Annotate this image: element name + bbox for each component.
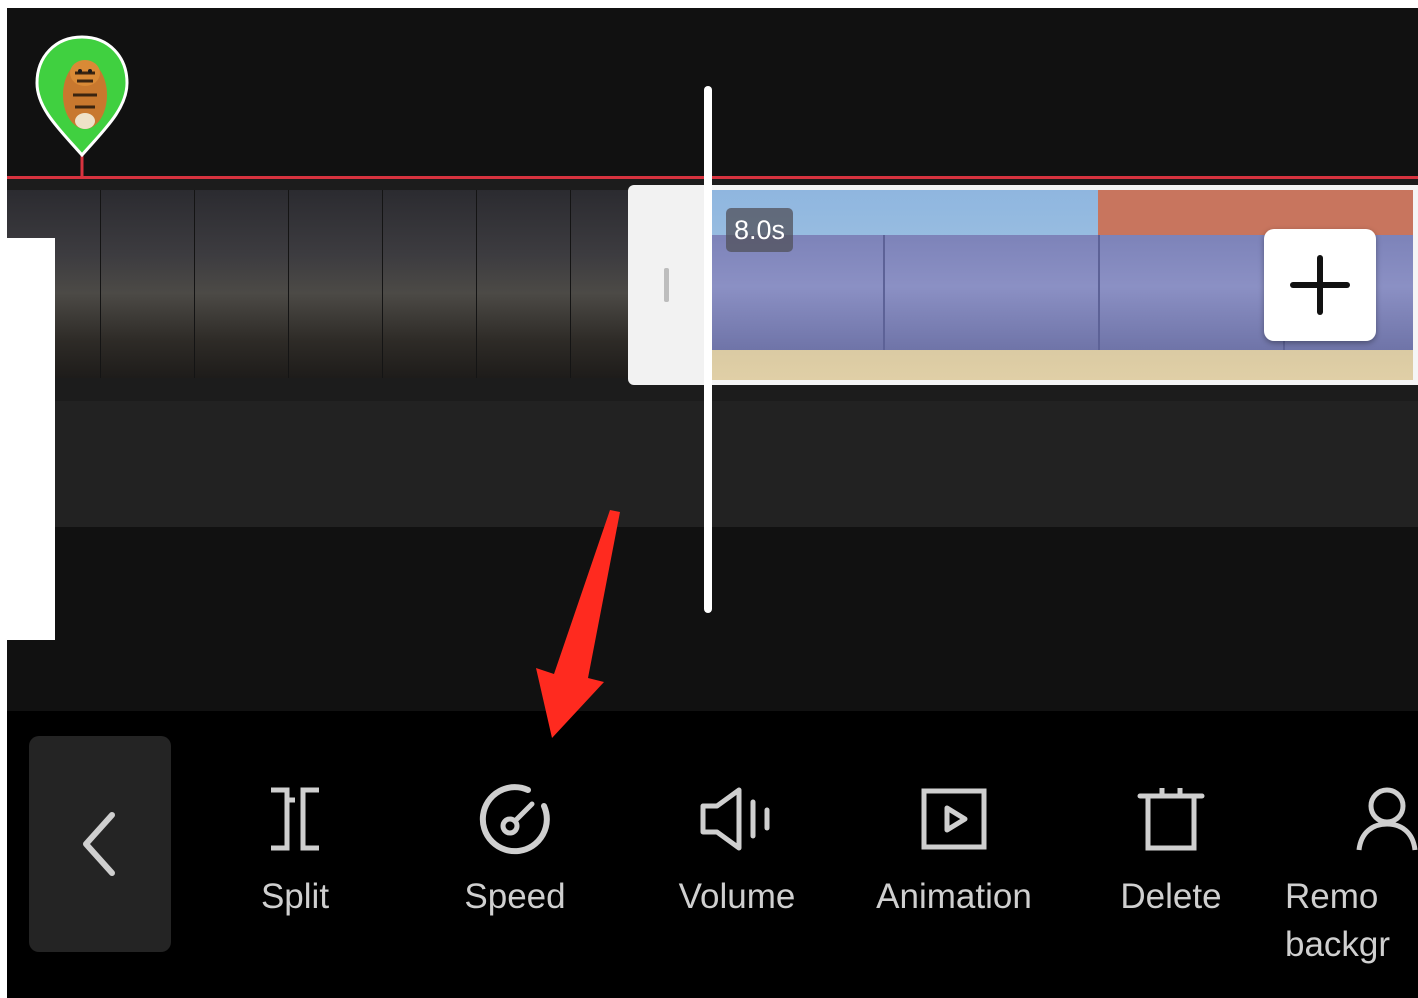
volume-label: Volume	[678, 877, 796, 916]
split-button[interactable]: Split	[195, 779, 395, 921]
video-editor-screen: 8.0s Split Speed Volume Animation Delete…	[7, 8, 1418, 998]
clip-thumbnail-frame	[289, 190, 383, 378]
audio-track-area[interactable]	[7, 401, 1418, 527]
sticker-keyframe-marker[interactable]	[33, 33, 131, 183]
split-label: Split	[260, 877, 330, 916]
clip-thumbnail-frame	[101, 190, 195, 378]
delete-icon	[1137, 788, 1205, 851]
speed-button[interactable]: Speed	[415, 779, 615, 921]
playhead[interactable]	[704, 86, 712, 613]
speed-icon	[479, 784, 550, 855]
clip-thumbnail-frame	[477, 190, 571, 378]
clip-frame-divider	[1098, 235, 1100, 350]
speed-label: Speed	[464, 877, 566, 916]
clip-trim-handle[interactable]	[628, 185, 708, 385]
split-icon	[271, 787, 319, 851]
clip-thumbnail-frame	[571, 190, 629, 378]
animation-icon	[921, 788, 987, 850]
add-clip-button[interactable]	[1264, 229, 1376, 341]
clip-frame-divider	[883, 235, 885, 350]
back-button[interactable]	[29, 736, 171, 952]
volume-button[interactable]: Volume	[637, 779, 837, 921]
clip-thumbnail-frame	[195, 190, 289, 378]
overlay-patch	[7, 238, 55, 640]
clip-thumbnail-frame	[383, 190, 477, 378]
remove-background-icon	[1356, 787, 1418, 851]
trim-grip-icon	[664, 268, 669, 302]
edit-toolbar: Split Speed Volume Animation Delete Remo…	[7, 711, 1418, 998]
plus-icon	[1290, 255, 1350, 315]
clip-duration-badge: 8.0s	[726, 208, 794, 252]
delete-button[interactable]: Delete	[1071, 779, 1271, 921]
arrow-annotation-icon	[536, 510, 620, 738]
animation-button[interactable]: Animation	[854, 779, 1054, 921]
volume-icon	[700, 787, 770, 851]
chevron-left-icon	[83, 812, 115, 876]
delete-label: Delete	[1120, 877, 1222, 916]
animation-label: Animation	[876, 877, 1032, 916]
remove-background-button[interactable]: Remo backgr	[1285, 779, 1418, 969]
remove-background-label: Remo backgr	[1285, 877, 1391, 964]
video-clip-dance[interactable]	[7, 190, 629, 378]
